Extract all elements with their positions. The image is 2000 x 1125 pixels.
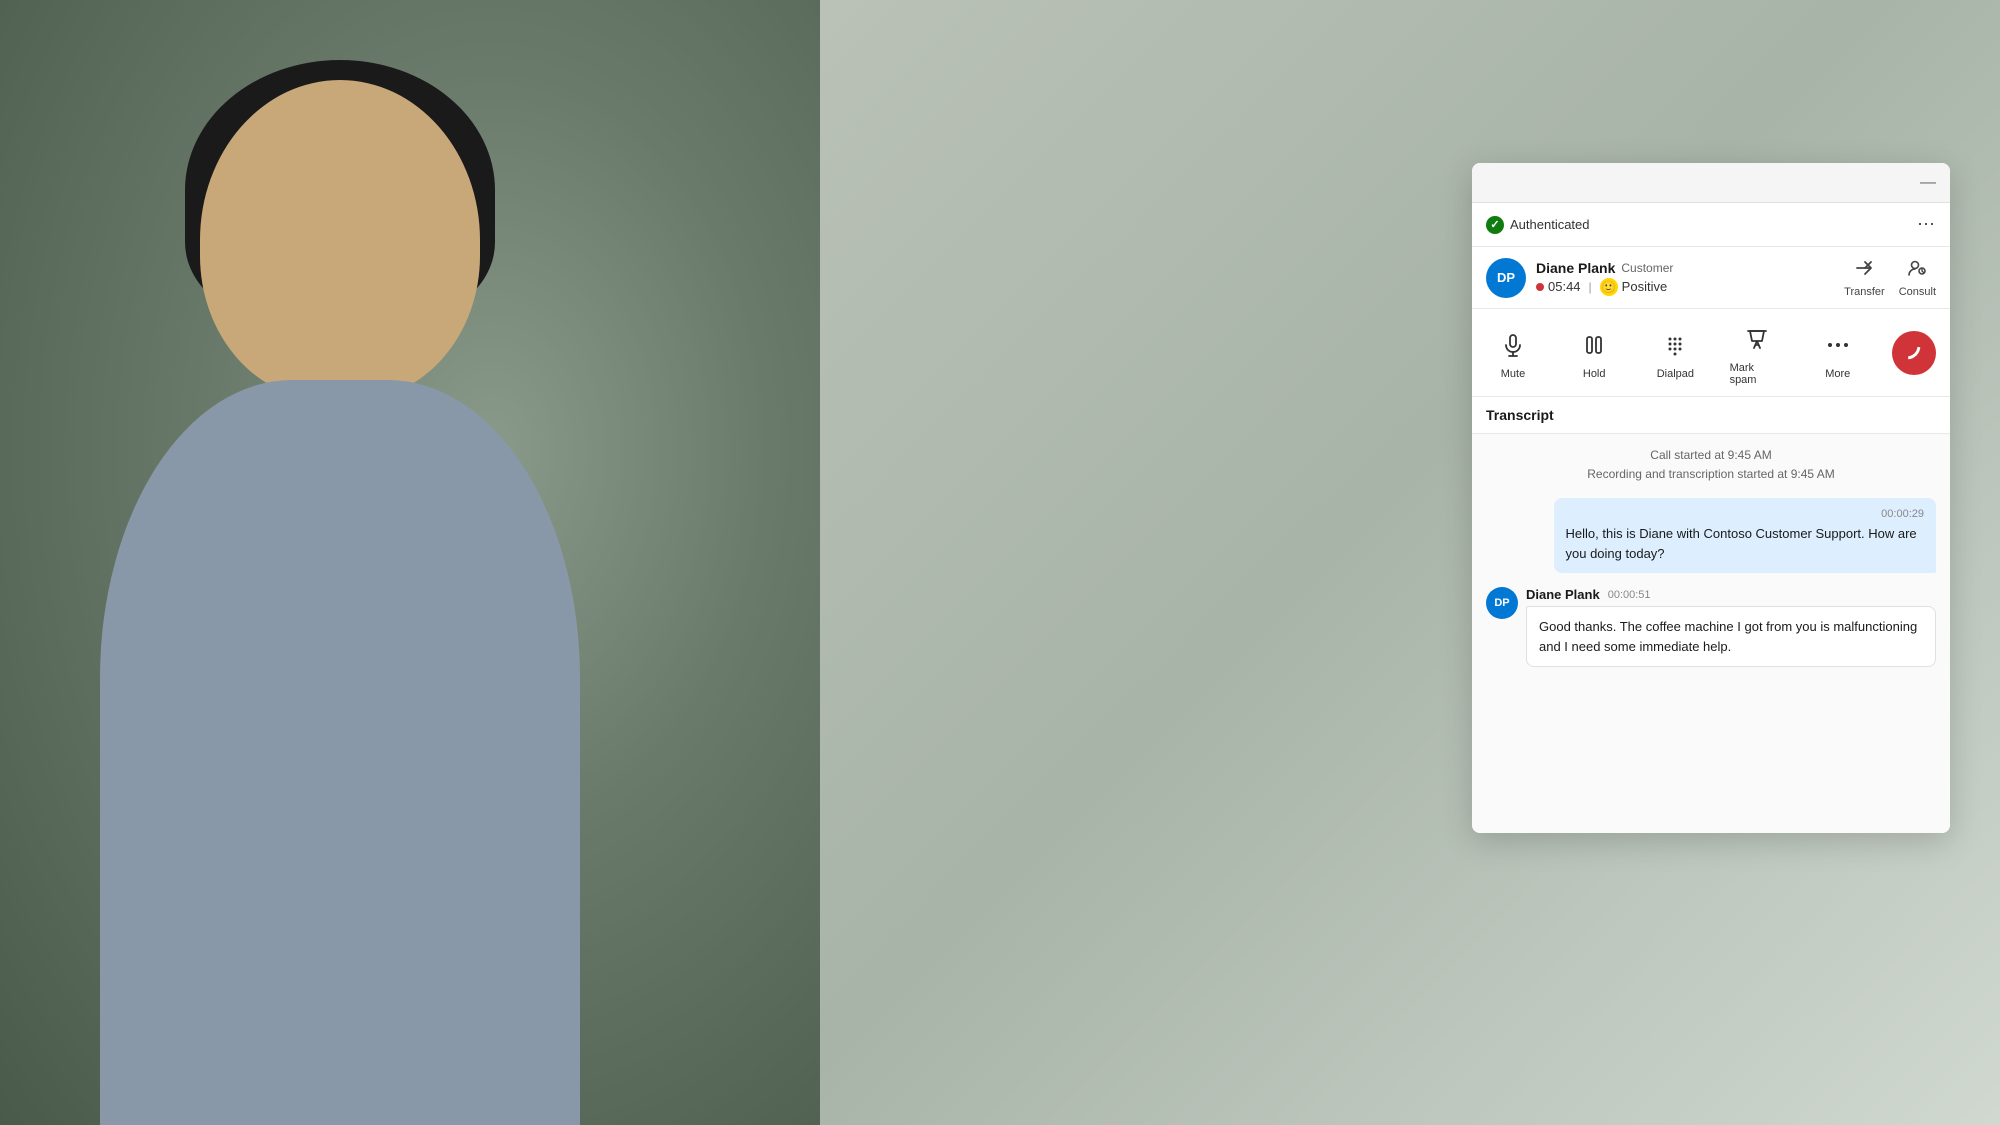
person-background: [0, 0, 820, 1125]
consult-icon: [1906, 257, 1928, 284]
contact-info: Diane Plank Customer 05:44 | 🙂 Positive: [1536, 260, 1844, 296]
transfer-label: Transfer: [1844, 286, 1885, 298]
recording-started-text: Recording and transcription started at 9…: [1486, 465, 1936, 484]
smiley-icon: 🙂: [1600, 278, 1618, 296]
customer-timestamp: 00:00:51: [1608, 589, 1651, 601]
customer-name: Diane Plank: [1526, 587, 1600, 602]
agent-text: Hello, this is Diane with Contoso Custom…: [1566, 524, 1925, 563]
person-head: [200, 80, 480, 400]
minimize-button[interactable]: —: [1918, 173, 1938, 193]
sentiment: 🙂 Positive: [1600, 278, 1668, 296]
call-timer: 05:44: [1536, 279, 1581, 294]
customer-body: Diane Plank 00:00:51 Good thanks. The co…: [1526, 587, 1936, 667]
customer-avatar: DP: [1486, 587, 1518, 619]
recording-dot: [1536, 283, 1544, 291]
contact-row: DP Diane Plank Customer 05:44 | 🙂 Positi…: [1472, 247, 1950, 309]
separator: |: [1589, 280, 1592, 294]
call-started-text: Call started at 9:45 AM: [1486, 446, 1936, 465]
customer-header: Diane Plank 00:00:51: [1526, 587, 1936, 602]
customer-bubble: Good thanks. The coffee machine I got fr…: [1526, 606, 1936, 667]
more-icon: [1818, 325, 1858, 365]
mark-spam-button[interactable]: Mark spam: [1730, 319, 1784, 386]
person-body: [100, 380, 580, 1125]
mark-spam-label: Mark spam: [1730, 362, 1784, 386]
title-bar: —: [1472, 163, 1950, 203]
more-label: More: [1825, 368, 1850, 380]
auth-bar: Authenticated ⋯: [1472, 203, 1950, 247]
dialpad-button[interactable]: Dialpad: [1648, 325, 1702, 380]
contact-status-row: 05:44 | 🙂 Positive: [1536, 278, 1844, 296]
auth-menu-button[interactable]: ⋯: [1917, 214, 1936, 235]
call-controls: Mute Hold: [1472, 309, 1950, 397]
mute-icon: [1493, 325, 1533, 365]
transcript-title: Transcript: [1486, 407, 1554, 423]
agent-timestamp: 00:00:29: [1566, 508, 1925, 520]
transfer-icon: [1853, 257, 1875, 284]
call-panel: — Authenticated ⋯ DP Diane Plank Custome…: [1472, 163, 1950, 833]
customer-message: DP Diane Plank 00:00:51 Good thanks. The…: [1486, 587, 1936, 667]
dialpad-icon: [1655, 325, 1695, 365]
sentiment-label: Positive: [1622, 279, 1668, 294]
hold-label: Hold: [1583, 368, 1606, 380]
mute-label: Mute: [1501, 368, 1525, 380]
call-started-info: Call started at 9:45 AM Recording and tr…: [1486, 446, 1936, 484]
transcript-content[interactable]: Call started at 9:45 AM Recording and tr…: [1472, 434, 1950, 833]
hold-button[interactable]: Hold: [1567, 325, 1621, 380]
end-call-button[interactable]: [1892, 331, 1936, 375]
more-button[interactable]: More: [1811, 325, 1865, 380]
contact-name: Diane Plank: [1536, 260, 1615, 276]
hold-icon: [1574, 325, 1614, 365]
mute-button[interactable]: Mute: [1486, 325, 1540, 380]
agent-message: 00:00:29 Hello, this is Diane with Conto…: [1486, 498, 1936, 573]
timer-value: 05:44: [1548, 279, 1581, 294]
contact-name-row: Diane Plank Customer: [1536, 260, 1844, 276]
contact-role: Customer: [1621, 261, 1673, 275]
agent-bubble: 00:00:29 Hello, this is Diane with Conto…: [1554, 498, 1937, 573]
auth-text: Authenticated: [1510, 217, 1590, 232]
consult-label: Consult: [1899, 286, 1936, 298]
contact-actions: Transfer Consult: [1844, 257, 1936, 298]
end-call-icon: [1903, 342, 1925, 364]
mark-spam-icon: [1737, 319, 1777, 359]
auth-check-icon: [1486, 216, 1504, 234]
dialpad-label: Dialpad: [1657, 368, 1694, 380]
contact-avatar: DP: [1486, 258, 1526, 298]
consult-button[interactable]: Consult: [1899, 257, 1936, 298]
customer-text: Good thanks. The coffee machine I got fr…: [1539, 619, 1917, 654]
auth-status: Authenticated: [1486, 216, 1590, 234]
transfer-button[interactable]: Transfer: [1844, 257, 1885, 298]
transcript-header: Transcript: [1472, 397, 1950, 434]
